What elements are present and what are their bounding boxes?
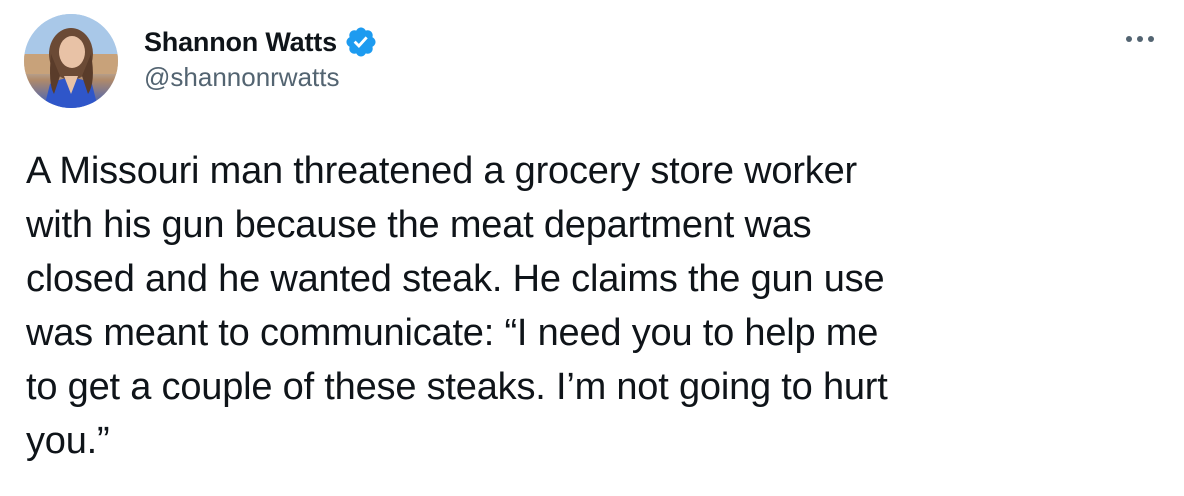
more-dot — [1126, 36, 1132, 42]
avatar-image — [24, 14, 118, 108]
verified-badge-icon[interactable] — [344, 25, 378, 59]
more-dot — [1137, 36, 1143, 42]
author-display-name[interactable]: Shannon Watts — [144, 27, 337, 58]
tweet-text: A Missouri man threatened a grocery stor… — [26, 150, 888, 462]
author-handle[interactable]: @shannonrwatts — [144, 62, 340, 93]
author-name-row: Shannon Watts — [144, 22, 378, 62]
more-options-icon[interactable] — [1118, 26, 1162, 52]
avatar[interactable] — [24, 14, 118, 108]
tweet-card: Shannon Watts @shannonrwatts A Missouri … — [0, 0, 1184, 496]
more-dot — [1148, 36, 1154, 42]
